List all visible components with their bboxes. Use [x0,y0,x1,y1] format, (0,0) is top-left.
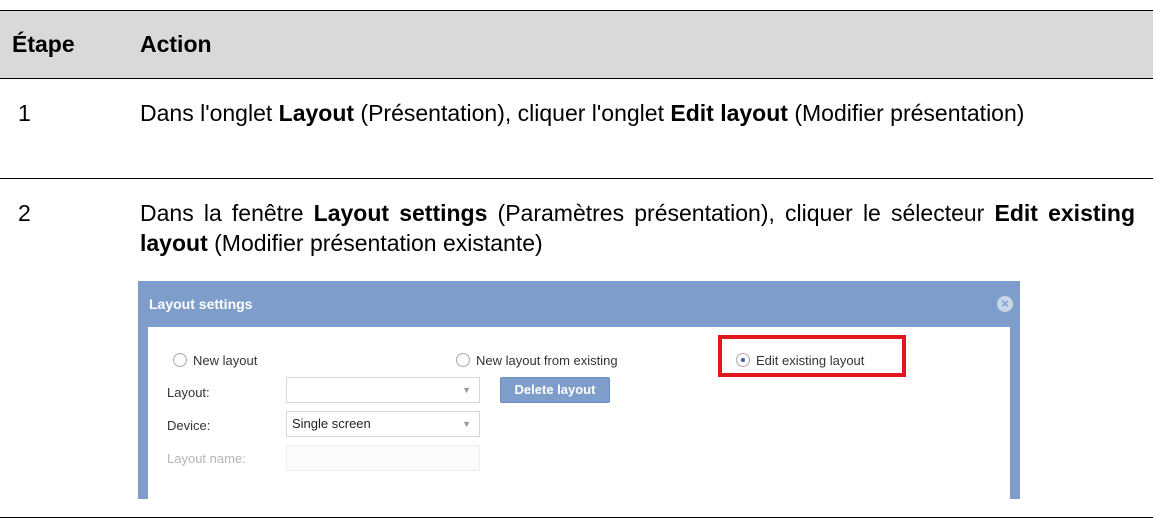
chevron-down-icon: ▼ [462,419,471,429]
layout-select[interactable]: ▼ [286,377,480,403]
step-number-1: 1 [18,100,31,126]
radio-circle-icon [173,353,187,367]
highlight-box [718,335,906,377]
step-1-text: Dans l'onglet Layout (Présentation), cli… [140,98,1135,128]
text-segment: (Paramètres présentation), cliquer le sé… [487,200,995,226]
device-label: Device: [167,418,211,433]
radio-new-layout[interactable]: New layout [173,351,257,369]
radio-new-from-existing-label: New layout from existing [476,352,618,368]
text-segment: Dans la fenêtre [140,200,314,226]
dialog-border-left [138,327,148,499]
radio-new-layout-label: New layout [193,352,258,368]
row-rule [0,178,1153,179]
text-segment: (Modifier présentation) [787,100,1025,126]
device-select[interactable]: Single screen ▼ [286,411,480,437]
radio-circle-icon [456,353,470,367]
layout-name-field [286,445,480,471]
close-circle-icon[interactable]: × [997,296,1013,312]
text-segment: Dans l'onglet [140,100,279,126]
radio-new-from-existing[interactable]: New layout from existing [456,351,618,369]
header-step: Étape [12,31,75,57]
delete-layout-button[interactable]: Delete layout [500,377,610,403]
bold-term: Edit layout [670,100,788,126]
dialog-title: Layout settings [149,296,253,312]
layout-label: Layout: [167,385,210,400]
table-bottom-rule [0,517,1153,518]
step-2-text: Dans la fenêtre Layout settings (Paramèt… [140,198,1135,258]
device-select-value: Single screen [292,416,371,431]
text-segment: (Présentation), cliquer l'onglet [354,100,671,126]
layout-settings-dialog: Layout settings × New layout New layout … [138,281,1020,499]
header-action: Action [140,31,212,57]
step-number-2: 2 [18,200,31,226]
header-rule [0,78,1153,79]
dialog-border-right [1010,327,1020,499]
bold-term: Layout [278,100,355,126]
bold-term: Layout settings [313,200,488,226]
chevron-down-icon: ▼ [462,385,471,395]
dialog-title-bar: Layout settings × [138,281,1020,327]
layout-name-label: Layout name: [167,451,246,466]
text-segment: (Modifier présentation existante) [207,230,543,256]
